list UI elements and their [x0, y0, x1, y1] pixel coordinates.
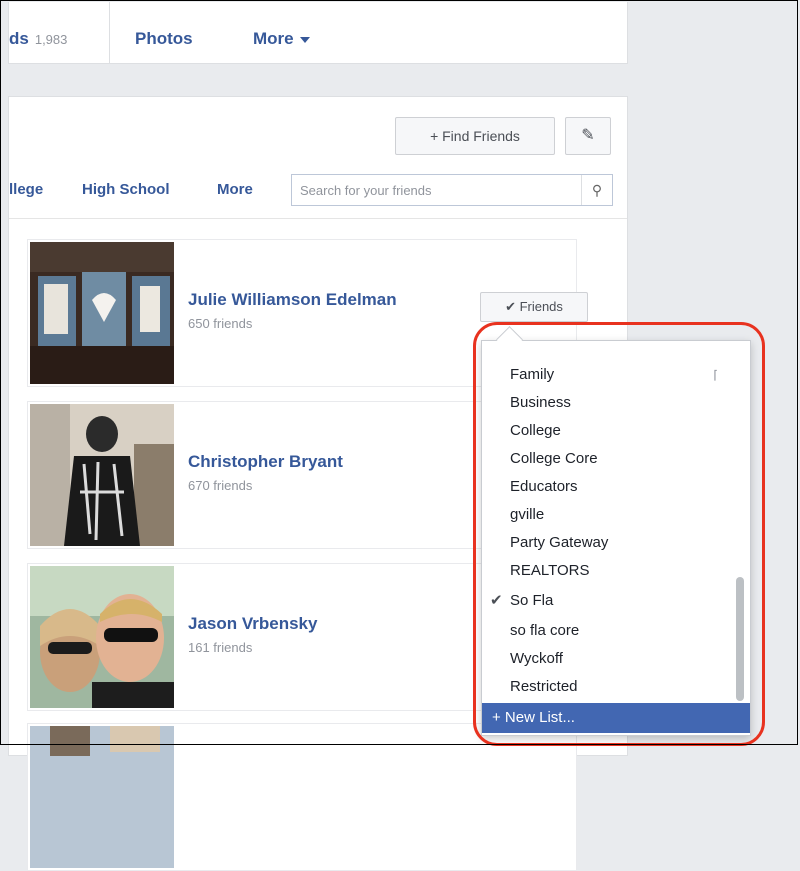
friend-count[interactable]: 161 friends [188, 640, 252, 655]
dropdown-scrollbar[interactable] [736, 577, 744, 701]
friend-photo[interactable] [30, 404, 174, 546]
list-item-label: Wyckoff [510, 650, 563, 667]
friend-name[interactable]: Jason Vrbensky [188, 614, 317, 634]
friends-status-button[interactable]: ✔ Friends [480, 292, 588, 322]
filter-more[interactable]: More [217, 181, 253, 198]
friend-count[interactable]: 670 friends [188, 478, 252, 493]
list-item-educators[interactable]: Educators [482, 473, 734, 501]
friend-lists-dropdown: Family ⌈ Business College College Core E… [481, 340, 751, 736]
list-item-business[interactable]: Business [482, 389, 734, 417]
caret-down-icon [299, 36, 310, 43]
tab-friends-label: ds [9, 29, 29, 48]
filter-high-school[interactable]: High School [82, 181, 170, 198]
list-item-label: Family [510, 366, 555, 383]
friend-photo[interactable] [30, 242, 174, 384]
friends-count: 1,983 [34, 32, 68, 47]
friend-photo[interactable] [30, 726, 174, 868]
list-item-label: So Fla [510, 592, 554, 609]
list-item-family[interactable]: Family ⌈ [482, 361, 734, 389]
list-item-label: REALTORS [510, 562, 590, 579]
filter-college[interactable]: llege [9, 181, 43, 198]
list-item-restricted[interactable]: Restricted [482, 673, 734, 701]
edit-button[interactable]: ✎ [565, 117, 611, 155]
list-item-college-core[interactable]: College Core [482, 445, 734, 473]
list-item-label: Party Gateway [510, 534, 609, 551]
list-item-label: gville [510, 506, 545, 523]
friend-count[interactable]: 650 friends [188, 316, 252, 331]
list-item-label: Business [510, 394, 571, 411]
list-item-party-gateway[interactable]: Party Gateway [482, 529, 734, 557]
friend-photo[interactable] [30, 566, 174, 708]
list-item-so-fla[interactable]: ✔ So Fla [482, 587, 734, 615]
friend-card [27, 723, 577, 871]
search-icon[interactable]: ⚲ [581, 175, 612, 205]
friend-name[interactable]: Julie Williamson Edelman [188, 290, 397, 310]
tab-more-label: More [253, 29, 294, 48]
list-item-so-fla-core[interactable]: so fla core [482, 617, 734, 645]
tab-more[interactable]: More [253, 2, 310, 64]
checkmark-icon: ✔ [490, 592, 503, 609]
tab-friends[interactable]: ds 1,983 [9, 2, 67, 64]
tab-photos[interactable]: Photos [135, 2, 193, 64]
bolt-icon: ⌈ [713, 368, 718, 382]
list-item-label: College [510, 422, 561, 439]
profile-tab-bar: ds 1,983 Photos More [8, 2, 628, 64]
find-friends-button[interactable]: + Find Friends [395, 117, 555, 155]
divider [9, 218, 627, 219]
friend-name[interactable]: Christopher Bryant [188, 452, 343, 472]
list-item-label: College Core [510, 450, 598, 467]
tab-divider [109, 2, 110, 64]
tab-photos-label: Photos [135, 29, 193, 48]
list-item-label: Restricted [510, 678, 578, 695]
friends-search-input[interactable] [292, 175, 588, 205]
list-item-label: so fla core [510, 622, 580, 639]
list-item-label: Educators [510, 478, 578, 495]
list-item-realtors[interactable]: REALTORS [482, 557, 734, 585]
list-item-gville[interactable]: gville [482, 501, 734, 529]
list-item-wyckoff[interactable]: Wyckoff [482, 645, 734, 673]
friends-search-box: ⚲ [291, 174, 613, 206]
pencil-icon: ✎ [581, 127, 595, 144]
new-list-button[interactable]: + New List... [482, 703, 750, 733]
list-item-college[interactable]: College [482, 417, 734, 445]
